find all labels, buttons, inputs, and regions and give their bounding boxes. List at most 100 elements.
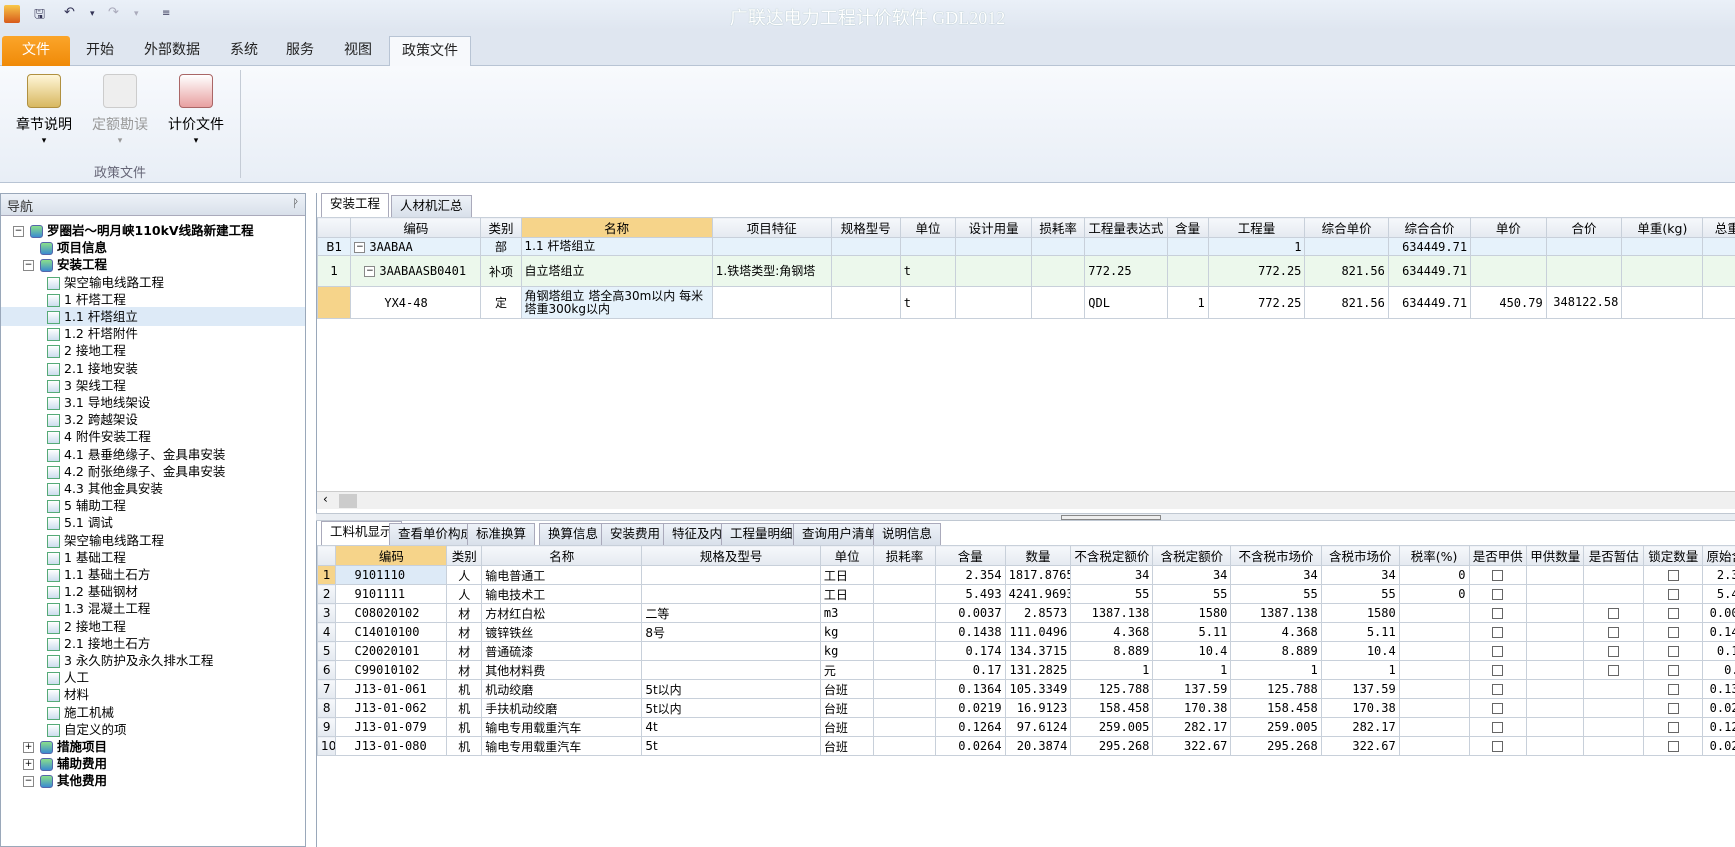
cell-spec[interactable]	[641, 660, 821, 680]
cell-tw[interactable]	[1702, 237, 1735, 256]
cell-qty[interactable]: 20.3874	[1004, 736, 1072, 756]
cell-orig[interactable]: 0.0037	[1702, 603, 1735, 623]
cell-qty[interactable]: 134.3715	[1004, 641, 1072, 661]
cell-price[interactable]	[1470, 237, 1547, 256]
cell-content[interactable]: 0.0219	[934, 698, 1006, 718]
cell-p1[interactable]: 158.458	[1070, 698, 1154, 718]
cell-jgq[interactable]	[1525, 565, 1585, 585]
cell-jgq[interactable]	[1525, 622, 1585, 642]
tab-file[interactable]: 文件	[2, 36, 70, 66]
cell-p2[interactable]: 55	[1152, 584, 1232, 604]
cell-tax[interactable]	[1398, 736, 1470, 756]
checkbox[interactable]	[1667, 570, 1679, 581]
cell-content[interactable]: 0.0037	[934, 603, 1006, 623]
cell-p2[interactable]: 282.17	[1152, 717, 1232, 737]
cell-lock[interactable]	[1642, 698, 1704, 718]
cell-content[interactable]: 0.1364	[934, 679, 1006, 699]
column-header[interactable]: 原始含量	[1702, 545, 1735, 566]
lower-tab[interactable]: 换算信息	[539, 523, 608, 545]
lower-tab[interactable]: 工程量明细	[721, 523, 802, 545]
cell-code[interactable]: YX4-48	[350, 286, 482, 319]
cell-content[interactable]: 1	[1166, 286, 1209, 319]
cell-zg[interactable]	[1583, 641, 1644, 661]
cell-orig[interactable]: 5.493	[1702, 584, 1735, 604]
table-row[interactable]: 1 9101110 人输电普通工 工日 2.354 1817.8765 34 34 34 34 0 2…	[316, 565, 1735, 585]
table-row[interactable]: YX4-48 定 角钢塔组立 塔全高30m以内 每米塔重300kg以内 t QDL 1 77…	[316, 286, 1735, 319]
column-header[interactable]: 名称	[520, 217, 713, 238]
column-header[interactable]	[316, 217, 352, 238]
cell-unit[interactable]: 台班	[819, 698, 875, 718]
column-header[interactable]: 类别	[446, 545, 483, 566]
checkbox[interactable]	[1492, 589, 1504, 600]
cell-spec[interactable]: 5t以内	[641, 698, 821, 718]
cell-uw[interactable]	[1621, 255, 1704, 287]
checkbox[interactable]	[1492, 646, 1504, 657]
tree-item[interactable]: 架空输电线路工程	[47, 531, 164, 550]
cell-total[interactable]: 634449.71	[1387, 237, 1472, 256]
cell-unit[interactable]	[899, 237, 957, 256]
column-header[interactable]: 总重(	[1702, 217, 1735, 238]
cell-lock[interactable]	[1642, 565, 1704, 585]
table-row[interactable]: 8 J13-01-062 机手扶机动绞磨 5t以内 台班 0.0219 16.9123 158…	[316, 698, 1735, 718]
cell-name[interactable]: 角钢塔组立 塔全高30m以内 每米塔重300kg以内	[520, 286, 713, 319]
cell-type[interactable]: 人	[446, 584, 483, 604]
cell-lock[interactable]	[1642, 660, 1704, 680]
cell-jgq[interactable]	[1525, 660, 1585, 680]
cell-spec[interactable]: 二等	[641, 603, 821, 623]
tree-item[interactable]: 2 接地工程	[47, 341, 126, 360]
cell-p3[interactable]: 1387.138	[1230, 603, 1322, 623]
cell-code[interactable]: C08020102	[335, 603, 448, 623]
cell-jg[interactable]	[1468, 565, 1527, 585]
column-header[interactable]: 设计用量	[955, 217, 1032, 238]
checkbox[interactable]	[1667, 722, 1679, 733]
column-header[interactable]: 锁定数量	[1642, 545, 1704, 566]
cell-qty[interactable]: 97.6124	[1004, 717, 1072, 737]
cell-name[interactable]: 手扶机动绞磨	[481, 698, 643, 718]
cell-p1[interactable]: 1387.138	[1070, 603, 1154, 623]
cell-jgq[interactable]	[1525, 736, 1585, 756]
cell-p2[interactable]: 170.38	[1152, 698, 1232, 718]
cell-zg[interactable]	[1583, 698, 1644, 718]
table-row[interactable]: 6 C99010102 材其他材料费 元 0.17 131.2825 1 1 1 1 0.17	[316, 660, 1735, 680]
cell-unit[interactable]: kg	[819, 641, 875, 661]
cell-loss[interactable]	[873, 641, 936, 661]
column-header[interactable]: 编码	[335, 545, 448, 566]
column-header[interactable]: 单价	[1470, 217, 1547, 238]
cell-uw[interactable]	[1621, 286, 1704, 319]
cell-p1[interactable]: 55	[1070, 584, 1154, 604]
cell-name[interactable]: 输电专用载重汽车	[481, 736, 643, 756]
cell-p4[interactable]: 34	[1320, 565, 1400, 585]
cell-name[interactable]: 机动绞磨	[481, 679, 643, 699]
lower-tab[interactable]: 说明信息	[873, 523, 942, 545]
cell-p3[interactable]: 4.368	[1230, 622, 1322, 642]
column-header[interactable]: 单位	[819, 545, 875, 566]
expand-toggle-icon[interactable]: −	[13, 226, 24, 237]
cell-code[interactable]: C14010100	[335, 622, 448, 642]
cell-content[interactable]: 0.0264	[934, 736, 1006, 756]
expand-toggle-icon[interactable]: −	[354, 241, 366, 253]
cell-lock[interactable]	[1642, 622, 1704, 642]
checkbox[interactable]	[1608, 665, 1620, 676]
column-header[interactable]: 合价	[1545, 217, 1623, 238]
column-header[interactable]: 编码	[350, 217, 482, 238]
cell-loss[interactable]	[873, 660, 936, 680]
cell-code[interactable]: −3AABAASB0401	[350, 255, 482, 287]
cell-orig[interactable]: 0.174	[1702, 641, 1735, 661]
cell-design[interactable]	[955, 255, 1032, 287]
cell-qty[interactable]: 1817.8765	[1004, 565, 1072, 585]
cell-qty[interactable]: 111.0496	[1004, 622, 1072, 642]
cell-design[interactable]	[955, 237, 1032, 256]
checkbox[interactable]	[1667, 741, 1679, 752]
cell-name[interactable]: 输电专用载重汽车	[481, 717, 643, 737]
pricing-files-button[interactable]: 计价文件 ▾	[156, 74, 236, 146]
checkbox[interactable]	[1608, 627, 1620, 638]
tree-item[interactable]: 2 接地工程	[47, 617, 126, 636]
column-header[interactable]: 不含税市场价	[1230, 545, 1322, 566]
tree-item[interactable]: 自定义的项	[47, 720, 127, 739]
checkbox[interactable]	[1667, 627, 1679, 638]
table-row[interactable]: 3 C08020102 材方材红白松 二等 m3 0.0037 2.8573 1387.138…	[316, 603, 1735, 623]
tree-item[interactable]: 5.1 调试	[47, 513, 113, 532]
cell-type[interactable]: 部	[480, 237, 522, 256]
cell-orig[interactable]: 0.1438	[1702, 622, 1735, 642]
tree-item[interactable]: 3.1 导地线架设	[47, 393, 150, 412]
